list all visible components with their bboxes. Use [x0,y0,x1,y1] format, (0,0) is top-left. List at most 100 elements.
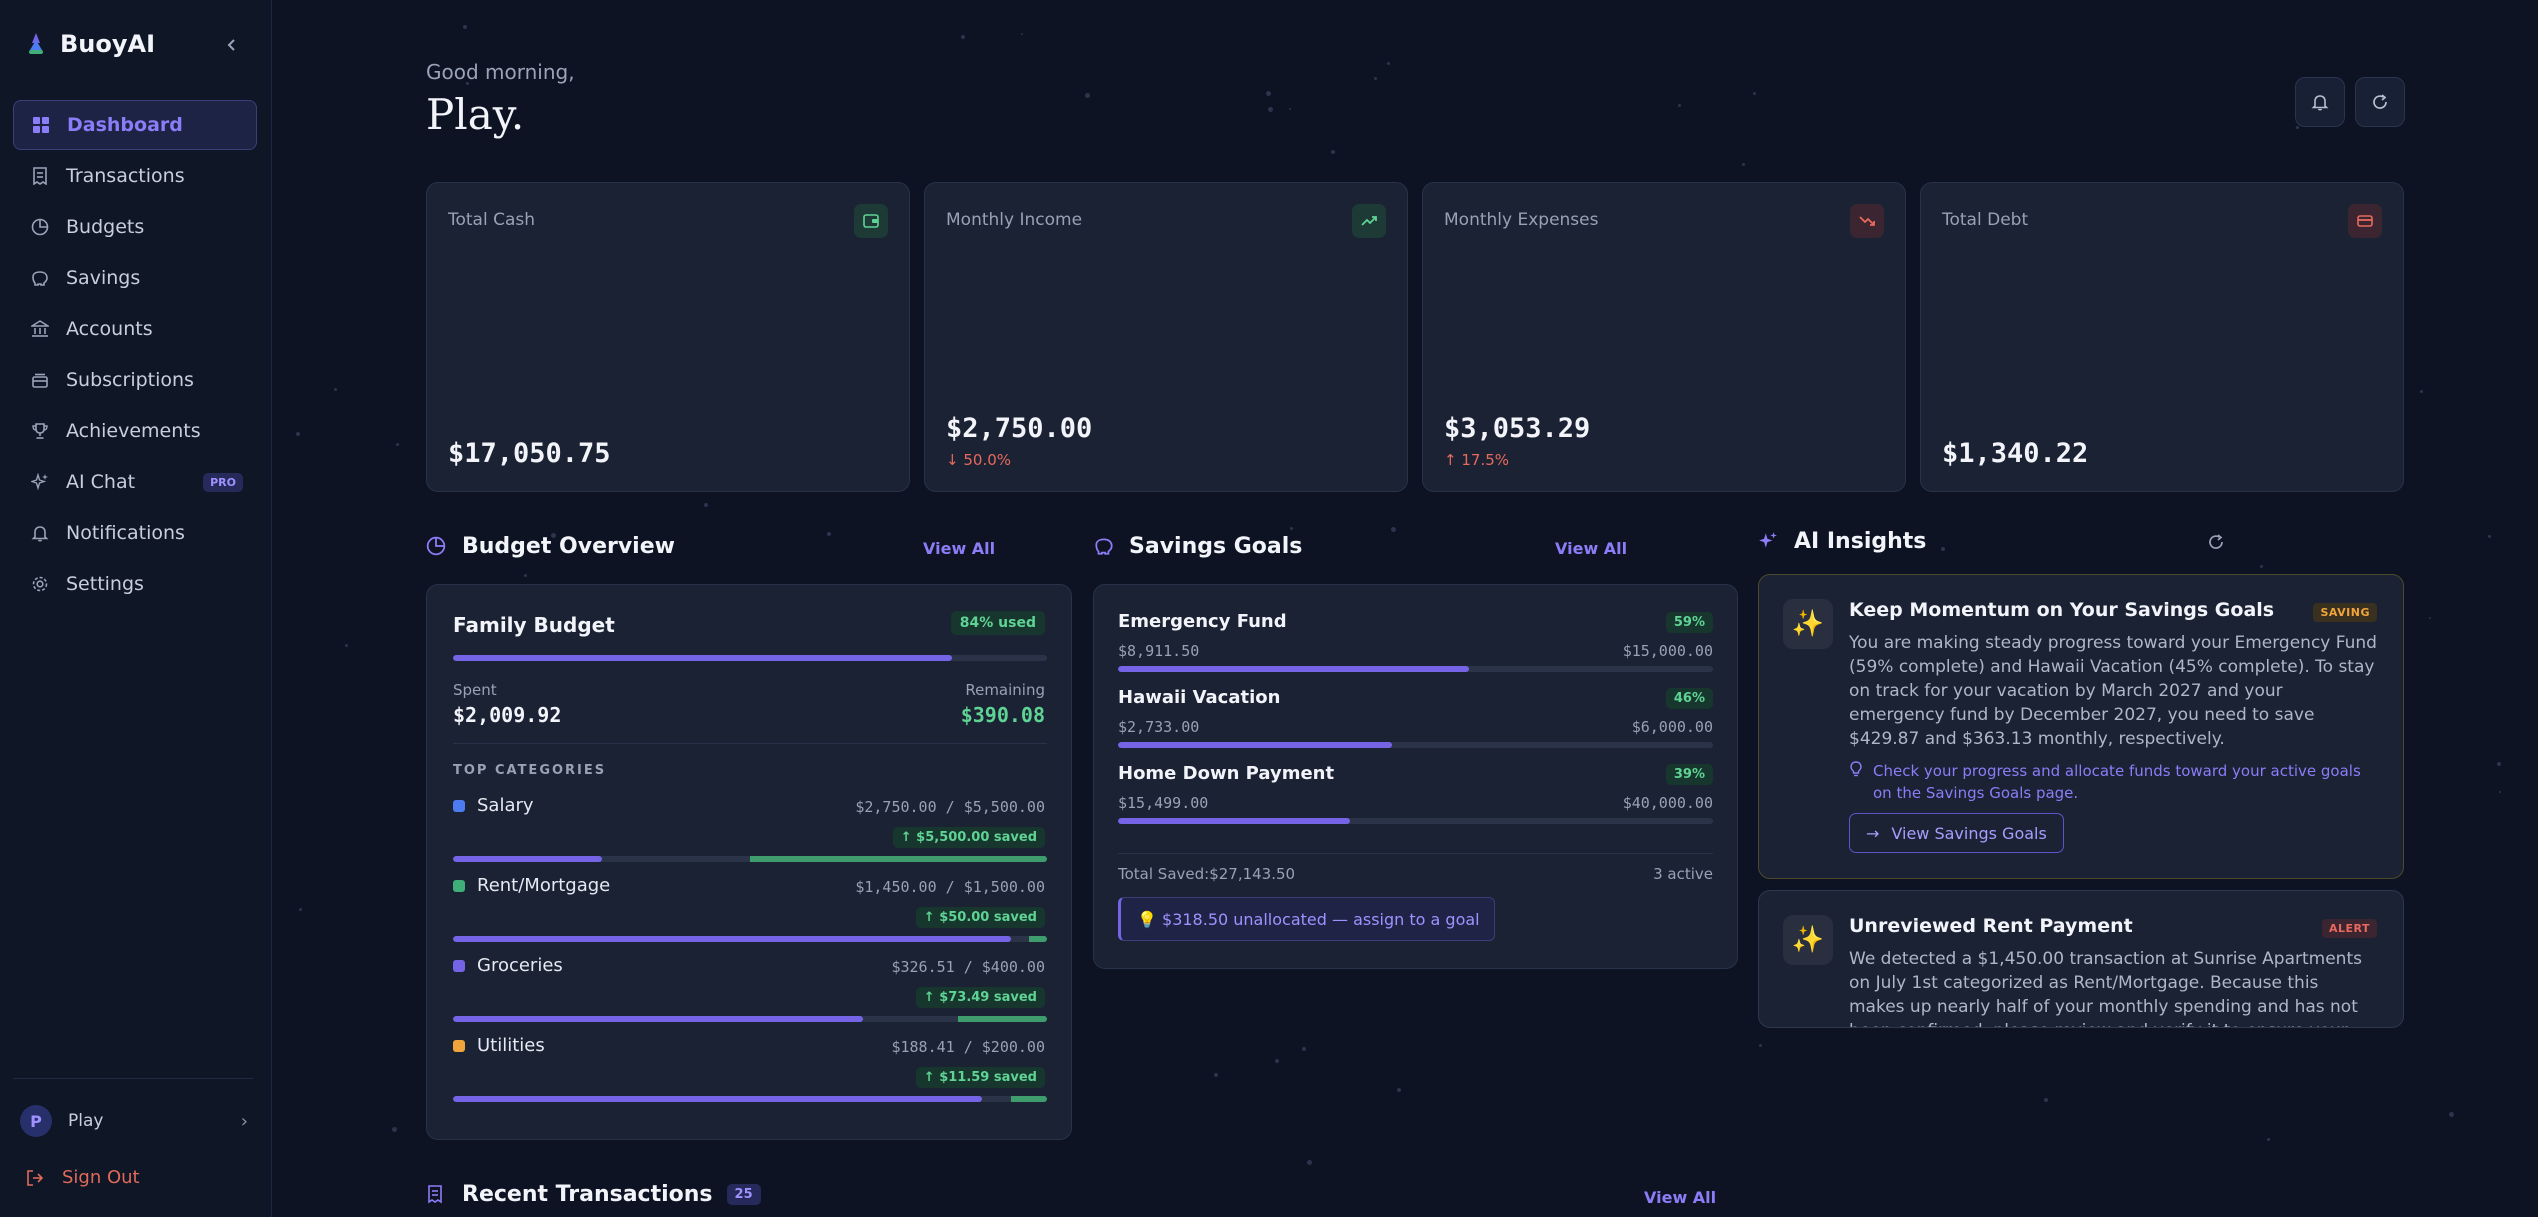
insight-tag: ALERT [2321,919,2377,938]
sidebar-item-ai-chat[interactable]: AI Chat PRO [13,457,257,507]
stat-card-total-cash[interactable]: Total Cash $17,050.75 [426,182,910,492]
category-name: Rent/Mortgage [453,875,610,896]
saved-chip: ↑ $11.59 saved [915,1067,1045,1088]
transactions-count-badge: 25 [726,1184,761,1205]
sidebar-divider [13,1078,253,1079]
stat-card-monthly-expenses[interactable]: Monthly Expenses $3,053.29 ↑ 17.5% [1422,182,1906,492]
trend-up-icon [1352,204,1386,238]
sidebar-item-label: AI Chat [66,471,136,493]
stat-value: $3,053.29 [1444,413,1591,444]
section-title: Budget Overview [462,534,675,559]
sidebar-item-budgets[interactable]: Budgets [13,202,257,252]
insight-tag: SAVING [2313,603,2377,622]
transactions-view-all-link[interactable]: View All [1644,1188,1716,1207]
section-title: Savings Goals [1129,534,1303,559]
background-star [1742,163,1746,167]
piggy-icon [1093,536,1115,558]
saved-chip: ↑ $5,500.00 saved [892,827,1045,848]
spent-label: Spent [453,681,497,699]
saved-chip: ↑ $73.49 saved [915,987,1045,1008]
background-star [2429,617,2432,620]
top-categories-heading: TOP CATEGORIES [453,763,607,778]
sidebar-item-dashboard[interactable]: Dashboard [13,100,257,150]
bank-icon [30,319,50,339]
sidebar-item-notifications[interactable]: Notifications [13,508,257,558]
background-star [1373,76,1377,80]
sign-out-button[interactable]: Sign Out [26,1167,140,1188]
goal-percent: 46% [1665,688,1713,709]
insight-card-savings: ✨ Keep Momentum on Your Savings Goals SA… [1758,574,2404,879]
category-name: Salary [453,795,534,816]
background-star [2497,762,2502,767]
refresh-insights-button[interactable] [2207,533,2225,555]
stat-card-total-debt[interactable]: Total Debt $1,340.22 [1920,182,2404,492]
sidebar-item-accounts[interactable]: Accounts [13,304,257,354]
category-progress-fill [453,856,602,862]
background-star [395,442,399,446]
trend-down-icon [1850,204,1884,238]
stat-card-monthly-income[interactable]: Monthly Income $2,750.00 ↓ 50.0% [924,182,1408,492]
stack-icon [30,370,50,390]
user-name: Play [68,1111,104,1131]
background-star [2487,534,2491,538]
budget-view-all-link[interactable]: View All [923,539,995,558]
brand[interactable]: BuoyAI [26,30,155,58]
category-amount: $326.51 / $400.00 [891,958,1045,976]
budget-progress-fill [453,655,952,661]
background-star [2260,564,2264,568]
sidebar-item-achievements[interactable]: Achievements [13,406,257,456]
sidebar-item-label: Accounts [66,318,153,340]
background-star [392,1126,398,1132]
category-saved-fill [1011,1096,1047,1102]
background-star [1390,526,1396,532]
buoy-logo-icon [29,33,43,54]
budget-used-badge: 84% used [950,611,1045,635]
sidebar-item-label: Achievements [66,420,201,442]
background-star [961,35,966,40]
sidebar-item-settings[interactable]: Settings [13,559,257,609]
arrow-right-icon: → [1866,823,1880,843]
wallet-icon [854,204,888,238]
notifications-button[interactable] [2295,77,2345,127]
family-budget-card[interactable]: Family Budget 84% used Spent $2,009.92 R… [426,584,1072,1140]
bell-icon [2311,95,2329,111]
sidebar-item-subscriptions[interactable]: Subscriptions [13,355,257,405]
total-saved: Total Saved:$27,143.50 [1118,865,1296,883]
bell-icon [30,523,50,543]
sidebar-item-savings[interactable]: Savings [13,253,257,303]
sparkles-emoji-icon: ✨ [1783,915,1833,965]
sidebar-nav: Dashboard Transactions Budgets Savings A… [13,100,257,610]
user-profile-menu[interactable]: P Play › [20,1105,248,1137]
stat-delta: ↓ 50.0% [946,451,1012,469]
divider [453,743,1047,744]
stat-value: $1,340.22 [1942,438,2089,469]
sign-out-icon [27,1169,44,1186]
category-progress-bar [453,936,1047,942]
chevron-right-icon: › [240,1110,248,1132]
goal-target: $6,000.00 [1631,718,1713,736]
refresh-button[interactable] [2355,77,2405,127]
receipt-icon [30,166,50,186]
spent-value: $2,009.92 [453,703,562,727]
stat-label: Total Cash [448,210,536,230]
savings-goals-heading: Savings Goals [1093,534,1302,559]
sidebar-item-transactions[interactable]: Transactions [13,151,257,201]
unallocated-funds-banner[interactable]: 💡 $318.50 unallocated — assign to a goal [1118,897,1495,941]
goal-name: Emergency Fund [1118,611,1287,632]
background-star [1306,1160,1312,1166]
insight-body: You are making steady progress toward yo… [1849,633,2377,749]
trophy-icon [30,421,50,441]
pie-icon [426,536,448,558]
refresh-icon [2373,94,2387,109]
background-star [2043,1097,2048,1102]
grid-icon [31,115,51,135]
recent-transactions-heading: Recent Transactions 25 [426,1182,761,1207]
savings-view-all-link[interactable]: View All [1555,539,1627,558]
background-star [1386,62,1390,66]
view-savings-goals-button[interactable]: → View Savings Goals [1849,813,2064,853]
category-progress-bar [453,1016,1047,1022]
goal-current: $8,911.50 [1118,642,1200,660]
lightbulb-icon [1849,760,1863,804]
savings-goals-card: Emergency Fund 59% $8,911.50 $15,000.00 … [1093,584,1738,969]
collapse-sidebar-button[interactable] [224,34,240,59]
